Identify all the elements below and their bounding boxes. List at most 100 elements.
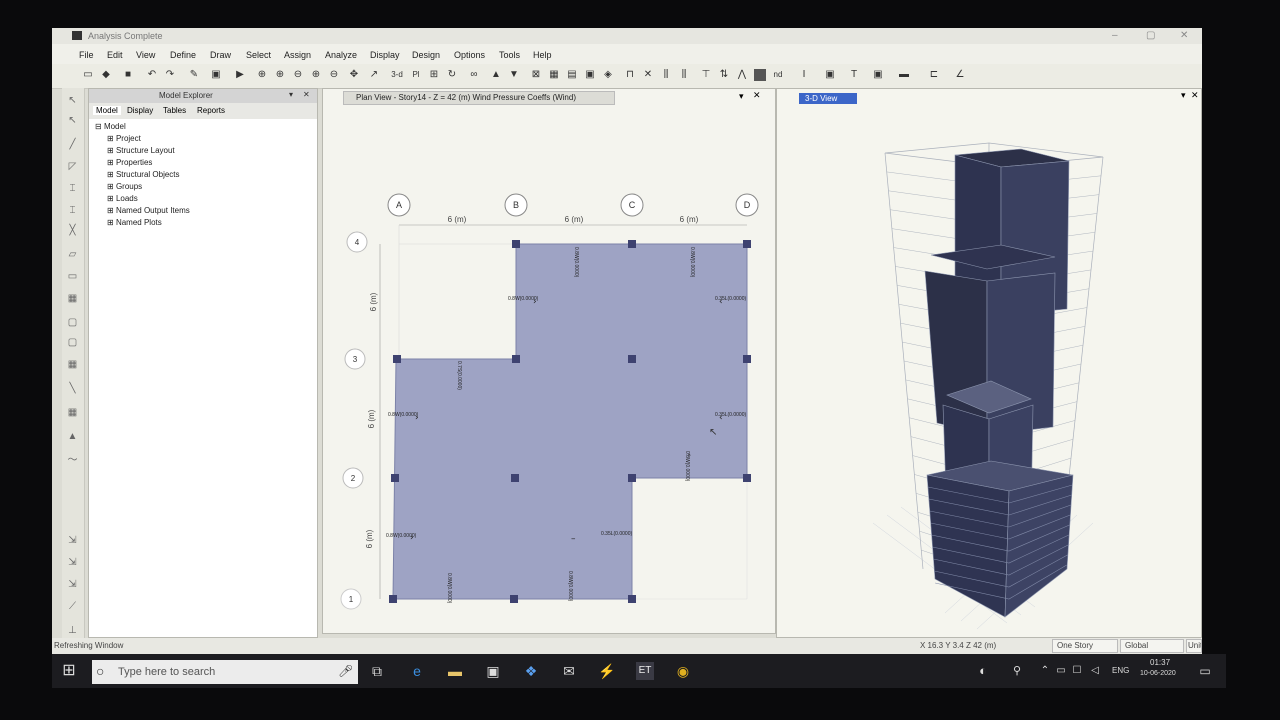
draw-secondary-icon[interactable]: ⇅ — [718, 69, 730, 81]
expand-icon[interactable]: ⊞ — [107, 158, 116, 167]
object-shrink-icon[interactable]: ⊠ — [530, 69, 542, 81]
draw-link-icon[interactable]: ▬ — [898, 69, 910, 81]
expand-icon[interactable]: ⊞ — [107, 134, 116, 143]
menu-options[interactable]: Options — [454, 50, 485, 60]
draw-tendon-tool-icon[interactable]: 〜 — [66, 454, 79, 467]
menu-analyze[interactable]: Analyze — [325, 50, 357, 60]
plan-view-tab[interactable]: Plan View - Story14 - Z = 42 (m) Wind Pr… — [343, 91, 615, 105]
task-view-icon[interactable]: ⧉ — [368, 662, 386, 680]
column-a3[interactable] — [393, 355, 401, 363]
coord-system-dropdown[interactable]: Global — [1120, 639, 1184, 653]
tab-tables[interactable]: Tables — [163, 106, 186, 115]
draw-quick-area-icon[interactable]: ▦ — [66, 292, 79, 305]
draw-link-tool-icon[interactable]: ╲ — [66, 382, 79, 395]
column-c2[interactable] — [628, 474, 636, 482]
run-analysis-icon[interactable]: ▶ — [234, 69, 246, 81]
edge-browser-icon[interactable]: e — [408, 662, 426, 680]
draw-beam-region-icon[interactable]: ⫼ — [678, 69, 690, 81]
draw-tendon-icon[interactable]: ∠ — [954, 69, 966, 81]
store-icon[interactable]: ▣ — [484, 662, 502, 680]
column-c1[interactable] — [628, 595, 636, 603]
pin-icon[interactable]: ▾ — [289, 90, 293, 99]
tree-root-model[interactable]: ⊟ Model — [95, 121, 190, 133]
pan-icon[interactable]: ✥ — [348, 69, 360, 81]
draw-slab-icon[interactable]: T — [848, 69, 860, 81]
draw-beam-icon[interactable]: ⫼ — [660, 69, 672, 81]
units-button[interactable]: Units — [1186, 639, 1202, 653]
tree-item-project[interactable]: ⊞ Project — [95, 133, 190, 145]
plan-menu-icon[interactable]: ▾ — [739, 91, 744, 102]
tab-reports[interactable]: Reports — [197, 106, 225, 115]
taskbar-search-box[interactable]: ○ Type here to search 🎤︎ — [92, 660, 358, 684]
pencil-icon[interactable]: ✎ — [188, 69, 200, 81]
draw-rectangle-icon[interactable]: ▭ — [66, 270, 79, 283]
tab-model[interactable]: Model — [93, 106, 121, 115]
expand-icon[interactable]: ⊞ — [107, 182, 116, 191]
pointer-icon[interactable]: ↖ — [66, 94, 79, 107]
menu-design[interactable]: Design — [412, 50, 440, 60]
menu-define[interactable]: Define — [170, 50, 196, 60]
expand-icon[interactable]: ⊞ — [107, 170, 116, 179]
zoom-in-icon[interactable]: ⊕ — [274, 69, 286, 81]
visual-studio-icon[interactable]: ⚡ — [598, 662, 616, 680]
set-display-icon[interactable]: ▦ — [548, 69, 560, 81]
expand-icon[interactable]: ⊞ — [107, 218, 116, 227]
expand-icon[interactable]: ⊞ — [107, 206, 116, 215]
draw-frame-icon[interactable]: ⊓ — [624, 69, 636, 81]
dropbox-icon[interactable]: ❖ — [522, 662, 540, 680]
plan-close-icon[interactable]: ✕ — [753, 90, 761, 101]
draw-floor-icon[interactable] — [754, 69, 766, 81]
column-a1[interactable] — [389, 595, 397, 603]
zoom-fit-icon[interactable]: ⊕ — [310, 69, 322, 81]
tree-item-named-output-items[interactable]: ⊞ Named Output Items — [95, 205, 190, 217]
menu-tools[interactable]: Tools — [499, 50, 520, 60]
perspective-icon[interactable]: ∞ — [468, 69, 480, 81]
column-b1[interactable] — [510, 595, 518, 603]
tree-item-loads[interactable]: ⊞ Loads — [95, 193, 190, 205]
measure-icon[interactable]: ↗ — [368, 69, 380, 81]
view-3d-button[interactable]: 3-d — [388, 69, 406, 81]
undo-icon[interactable]: ↶ — [146, 69, 158, 81]
tree-item-structure-layout[interactable]: ⊞ Structure Layout — [95, 145, 190, 157]
show-loads-icon[interactable]: ▣ — [584, 69, 596, 81]
language-indicator[interactable]: ENG — [1112, 666, 1129, 675]
menu-select[interactable]: Select — [246, 50, 271, 60]
move-down-icon[interactable]: ▼ — [508, 69, 520, 81]
draw-wall-icon[interactable]: ⋀ — [736, 69, 748, 81]
column-d2[interactable] — [743, 474, 751, 482]
draw-polygon-icon[interactable]: ▱ — [66, 248, 79, 261]
file-explorer-icon[interactable]: ▬ — [446, 662, 464, 680]
volume-icon[interactable]: ◁ — [1086, 662, 1104, 680]
menu-display[interactable]: Display — [370, 50, 400, 60]
tree-item-properties[interactable]: ⊞ Properties — [95, 157, 190, 169]
expand-icon[interactable]: ⊞ — [107, 194, 116, 203]
column-b3[interactable] — [512, 355, 520, 363]
draw-brace-tool-icon[interactable]: ╳ — [66, 224, 79, 237]
column-d4[interactable] — [743, 240, 751, 248]
tab-display[interactable]: Display — [127, 106, 153, 115]
rotate-icon[interactable]: ↻ — [446, 69, 458, 81]
draw-column-tool-icon[interactable]: ⌶ — [66, 182, 79, 195]
draw-line-icon[interactable]: ╱ — [66, 138, 79, 151]
snap-points-icon[interactable]: ⇲ — [66, 556, 79, 569]
microphone-icon[interactable]: 🎤︎ — [338, 664, 353, 678]
menu-edit[interactable]: Edit — [107, 50, 123, 60]
menu-help[interactable]: Help — [533, 50, 552, 60]
zoom-out-icon[interactable]: ⊖ — [292, 69, 304, 81]
column-b4[interactable] — [512, 240, 520, 248]
draw-wall-region-icon[interactable]: ▢ — [66, 336, 79, 349]
snap-perpendicular-icon[interactable]: ⊥ — [66, 624, 79, 637]
notifications-icon[interactable]: ▭ — [1196, 662, 1214, 680]
plan-view-button[interactable]: Pl — [410, 69, 422, 81]
collapse-icon[interactable]: ⊟ — [95, 122, 104, 131]
3d-menu-icon[interactable]: ▾ — [1181, 90, 1186, 101]
user-account-icon[interactable]: ◐ — [974, 662, 992, 680]
elevation-icon[interactable]: ⊞ — [428, 69, 440, 81]
snap-ends-icon[interactable]: ⇲ — [66, 578, 79, 591]
windows-start-icon[interactable]: ⊞ — [60, 662, 78, 680]
draw-dimension-icon[interactable]: I — [798, 69, 810, 81]
redo-icon[interactable]: ↷ — [164, 69, 176, 81]
minimize-icon[interactable]: – — [1112, 30, 1118, 41]
panel-close-icon[interactable]: ✕ — [303, 90, 310, 99]
expand-icon[interactable]: ⊞ — [107, 146, 116, 155]
